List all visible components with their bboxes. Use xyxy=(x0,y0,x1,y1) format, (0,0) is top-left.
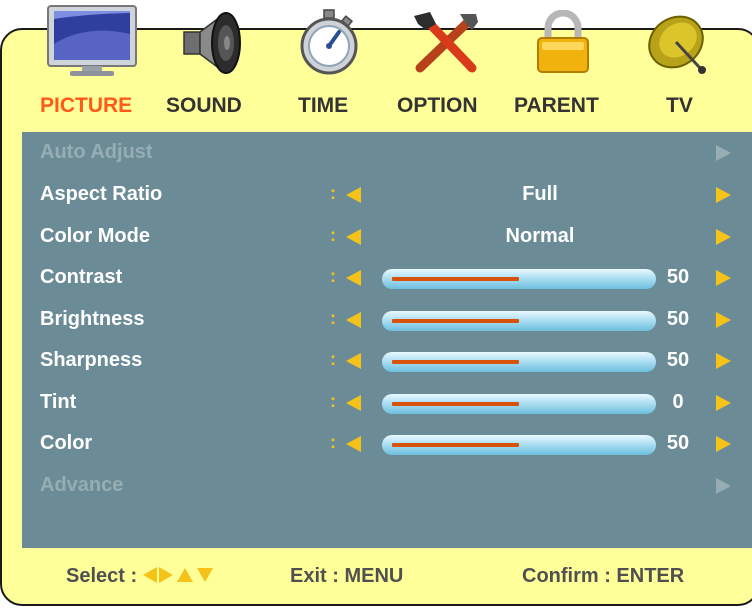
menu-row-sharpness[interactable]: Sharpness : 50 xyxy=(22,341,752,383)
menu-row-aspect-ratio[interactable]: Aspect Ratio : Full xyxy=(22,175,752,217)
menu-row-color-mode[interactable]: Color Mode : Normal xyxy=(22,217,752,259)
arrow-left-icon[interactable] xyxy=(346,353,361,369)
arrow-left-icon[interactable] xyxy=(346,312,361,328)
separator: : xyxy=(330,308,336,328)
slider-fill xyxy=(392,402,519,406)
contrast-label: Contrast xyxy=(40,266,123,288)
arrow-left-icon xyxy=(142,567,157,583)
aspect-ratio-label: Aspect Ratio xyxy=(40,183,163,205)
menu-row-color[interactable]: Color : 50 xyxy=(22,424,752,466)
arrow-left-icon[interactable] xyxy=(346,270,361,286)
footer-select: Select : xyxy=(66,565,213,588)
brightness-slider[interactable] xyxy=(382,311,656,331)
color-label: Color xyxy=(40,432,93,454)
color-slider[interactable] xyxy=(382,435,656,455)
arrow-up-icon xyxy=(176,568,193,582)
tint-slider[interactable] xyxy=(382,394,656,414)
speaker-icon[interactable] xyxy=(180,8,244,83)
arrow-right-icon[interactable] xyxy=(716,436,731,452)
select-label: Select : xyxy=(66,565,138,587)
satellite-dish-icon[interactable] xyxy=(642,8,716,83)
menu-row-brightness[interactable]: Brightness : 50 xyxy=(22,300,752,342)
arrow-left-icon[interactable] xyxy=(346,187,361,203)
arrow-right-icon xyxy=(716,145,731,161)
separator: : xyxy=(330,391,336,411)
arrow-right-icon[interactable] xyxy=(716,270,731,286)
stopwatch-icon[interactable] xyxy=(297,8,361,81)
slider-fill xyxy=(392,443,519,447)
separator: : xyxy=(330,432,336,452)
menu-row-tint[interactable]: Tint : 0 xyxy=(22,383,752,425)
auto-adjust-label: Auto Adjust xyxy=(40,141,153,163)
arrow-left-icon[interactable] xyxy=(346,395,361,411)
arrow-right-icon[interactable] xyxy=(716,229,731,245)
footer-exit: Exit : MENU xyxy=(290,565,404,587)
aspect-ratio-value: Full xyxy=(522,183,558,205)
tint-value: 0 xyxy=(672,391,684,413)
arrow-down-icon xyxy=(196,568,213,582)
separator: : xyxy=(330,183,336,203)
lock-icon[interactable] xyxy=(534,9,592,81)
arrow-right-icon[interactable] xyxy=(716,353,731,369)
monitor-icon[interactable] xyxy=(46,4,138,83)
arrow-right-icon xyxy=(716,478,731,494)
arrow-right-icon[interactable] xyxy=(716,395,731,411)
advance-label: Advance xyxy=(40,474,124,496)
sharpness-label: Sharpness xyxy=(40,349,143,371)
contrast-value: 50 xyxy=(666,266,690,288)
slider-fill xyxy=(392,360,519,364)
separator: : xyxy=(330,225,336,245)
arrow-left-icon[interactable] xyxy=(346,436,361,452)
menu-row-advance[interactable]: Advance xyxy=(22,466,752,508)
arrow-left-icon[interactable] xyxy=(346,229,361,245)
tab-tv[interactable]: TV xyxy=(666,94,693,118)
arrow-right-icon xyxy=(158,567,173,583)
color-mode-label: Color Mode xyxy=(40,225,150,247)
brightness-label: Brightness xyxy=(40,308,145,330)
slider-fill xyxy=(392,319,519,323)
separator: : xyxy=(330,266,336,286)
sharpness-slider[interactable] xyxy=(382,352,656,372)
brightness-value: 50 xyxy=(666,308,690,330)
sharpness-value: 50 xyxy=(666,349,690,371)
tab-sound[interactable]: SOUND xyxy=(166,94,242,118)
tint-label: Tint xyxy=(40,391,77,413)
picture-menu: Auto Adjust Aspect Ratio : Full Color Mo… xyxy=(22,132,752,548)
tab-picture[interactable]: PICTURE xyxy=(40,94,132,118)
color-mode-value: Normal xyxy=(505,225,575,247)
tab-option[interactable]: OPTION xyxy=(397,94,478,118)
tab-time[interactable]: TIME xyxy=(298,94,348,118)
separator: : xyxy=(330,349,336,369)
contrast-slider[interactable] xyxy=(382,269,656,289)
menu-row-contrast[interactable]: Contrast : 50 xyxy=(22,258,752,300)
color-value: 50 xyxy=(666,432,690,454)
slider-fill xyxy=(392,277,519,281)
arrow-right-icon[interactable] xyxy=(716,187,731,203)
tab-parent[interactable]: PARENT xyxy=(514,94,599,118)
tools-icon[interactable] xyxy=(410,10,482,81)
menu-row-auto-adjust[interactable]: Auto Adjust xyxy=(22,133,752,175)
footer-confirm: Confirm : ENTER xyxy=(522,565,685,587)
arrow-right-icon[interactable] xyxy=(716,312,731,328)
